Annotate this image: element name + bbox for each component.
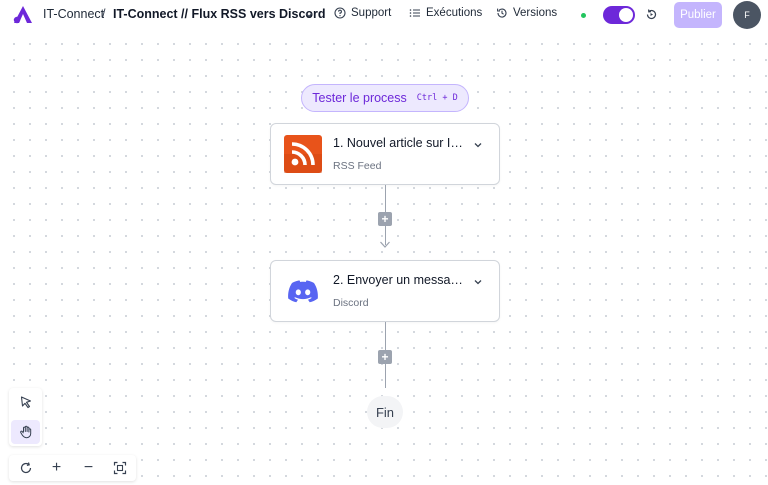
keyboard-shortcut: Ctrl + D	[416, 93, 458, 103]
list-icon	[409, 9, 420, 17]
fit-screen-icon	[113, 461, 126, 475]
breadcrumb-separator: /	[102, 7, 106, 21]
fit-view-button[interactable]	[105, 456, 134, 480]
step-title: 2. Envoyer un message sur Discord	[333, 273, 468, 287]
end-node: Fin	[367, 396, 403, 428]
support-label: Support	[351, 7, 392, 19]
chevron-down-icon[interactable]	[473, 277, 483, 287]
hand-icon	[19, 425, 31, 439]
versions-button[interactable]: Versions	[496, 7, 557, 19]
reset-view-button[interactable]	[11, 456, 40, 480]
chevron-down-icon[interactable]	[304, 10, 314, 20]
publish-button[interactable]: Publier	[674, 2, 722, 28]
canvas-mode-panel	[9, 388, 42, 446]
history-icon	[497, 8, 507, 18]
help-circle-icon	[334, 7, 346, 19]
chevron-down-icon[interactable]	[473, 140, 483, 150]
step-card-discord[interactable]: 2. Envoyer un message sur Discord Discor…	[270, 260, 500, 322]
executions-label: Exécutions	[426, 7, 483, 19]
step-card-rss[interactable]: 1. Nouvel article sur IT-Connect RSS Fee…	[270, 123, 500, 185]
add-step-button[interactable]: +	[378, 350, 392, 364]
versions-label: Versions	[513, 7, 558, 19]
activepieces-logo-icon[interactable]	[12, 5, 34, 25]
rss-icon	[284, 135, 322, 173]
zoom-in-button[interactable]: +	[42, 456, 71, 480]
step-subtitle: RSS Feed	[333, 160, 382, 172]
breadcrumb-org[interactable]: IT-Connect	[43, 7, 104, 21]
run-history-icon[interactable]	[645, 8, 658, 21]
refresh-icon	[20, 462, 31, 474]
flow-enabled-toggle[interactable]	[603, 6, 635, 24]
zoom-out-button[interactable]: −	[74, 456, 103, 480]
test-flow-label: Tester le process	[312, 91, 407, 105]
test-flow-button[interactable]: Tester le process Ctrl + D	[301, 84, 469, 112]
zoom-controls-panel: + −	[9, 455, 136, 481]
arrow-down-icon	[380, 241, 390, 248]
flow-title[interactable]: IT-Connect // Flux RSS vers Discord	[113, 7, 326, 21]
status-dot	[581, 13, 586, 18]
add-step-button[interactable]: +	[378, 212, 392, 226]
step-title: 1. Nouvel article sur IT-Connect	[333, 136, 468, 150]
support-button[interactable]: Support	[334, 7, 391, 19]
toggle-knob	[619, 8, 633, 22]
step-subtitle: Discord	[333, 297, 369, 309]
top-bar: IT-Connect / IT-Connect // Flux RSS vers…	[0, 0, 768, 32]
pan-mode-button[interactable]	[11, 420, 40, 444]
pointer-icon	[20, 396, 31, 409]
avatar[interactable]: F	[733, 1, 761, 29]
executions-button[interactable]: Exécutions	[409, 7, 482, 19]
select-mode-button[interactable]	[11, 390, 40, 414]
discord-icon	[288, 280, 318, 303]
